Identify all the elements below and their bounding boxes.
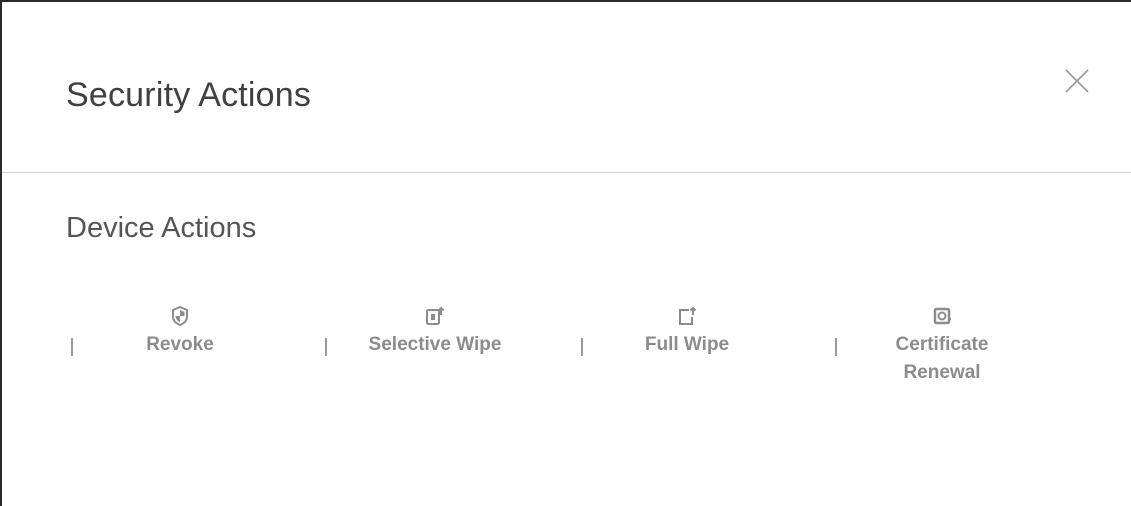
certificate-icon xyxy=(932,306,952,326)
certificate-renewal-label-line2: Renewal xyxy=(903,362,981,383)
action-divider xyxy=(325,338,327,356)
dialog-header: Security Actions xyxy=(2,2,1131,173)
selective-wipe-button[interactable]: Selective Wipe xyxy=(352,306,518,359)
close-button[interactable] xyxy=(1062,64,1094,96)
selective-wipe-label: Selective Wipe xyxy=(368,334,502,355)
dialog-title: Security Actions xyxy=(66,76,312,114)
revoke-button[interactable]: Revoke xyxy=(132,306,228,359)
action-divider xyxy=(581,338,583,356)
action-divider xyxy=(835,338,837,356)
full-wipe-label: Full Wipe xyxy=(644,334,730,355)
certificate-renewal-button[interactable]: Certificate Renewal xyxy=(878,306,1006,387)
device-actions-list: Revoke Selective Wipe Full Wipe Certific… xyxy=(2,302,1131,412)
full-wipe-icon xyxy=(677,306,697,326)
certificate-renewal-label-line1: Certificate xyxy=(895,334,989,355)
selective-wipe-icon xyxy=(425,306,445,326)
revoke-label: Revoke xyxy=(146,334,214,355)
section-title-device-actions: Device Actions xyxy=(66,212,257,244)
full-wipe-button[interactable]: Full Wipe xyxy=(632,306,742,359)
security-actions-dialog: Security Actions Device Actions Revoke S… xyxy=(0,0,1131,506)
action-divider xyxy=(71,338,73,356)
shield-icon xyxy=(170,306,190,326)
close-icon xyxy=(1065,69,1089,93)
